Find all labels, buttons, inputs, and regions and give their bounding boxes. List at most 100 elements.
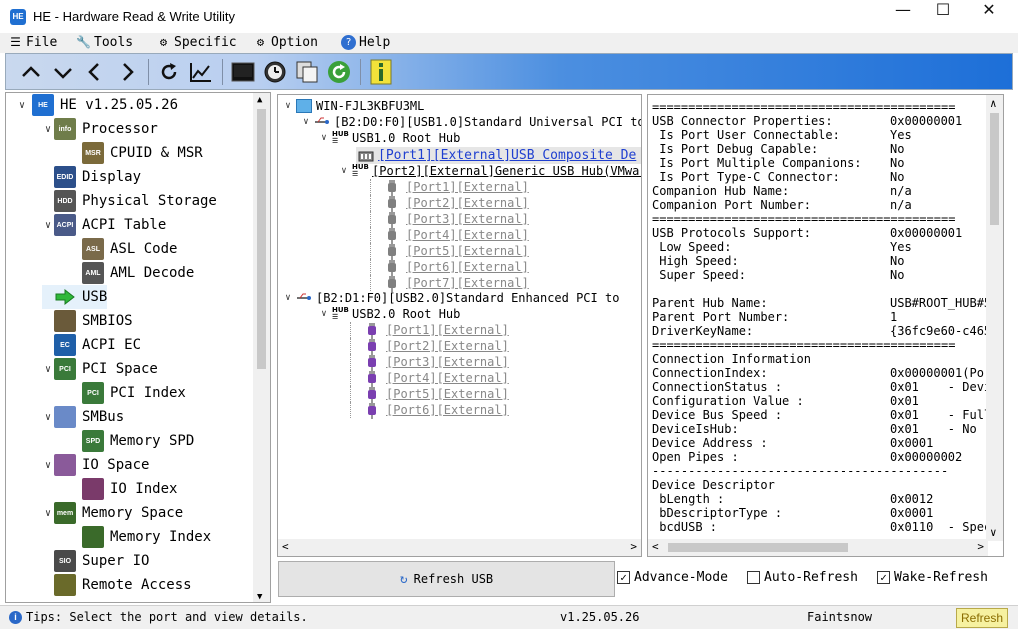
usb-controller-1[interactable]: ∨ [B2:D0:F0][USB1.0]Standard Universal P… (300, 114, 641, 130)
usb-port-label[interactable]: [Port4][External] (386, 371, 509, 385)
scroll-left-icon[interactable]: < (652, 540, 659, 553)
status-refresh-button[interactable]: Refresh (956, 608, 1008, 628)
usb-port-label[interactable]: [Port4][External] (406, 228, 529, 242)
usb-port-row[interactable]: [Port3][External] (370, 211, 529, 228)
usb-port-label[interactable]: [Port1][External] (406, 180, 529, 194)
auto-refresh-checkbox[interactable]: Auto-Refresh (747, 570, 858, 585)
usb-port-label[interactable]: [Port6][External] (406, 260, 529, 274)
scroll-down-icon[interactable]: ▼ (257, 592, 262, 602)
scroll-right-icon[interactable]: > (977, 540, 984, 553)
usb-port-row[interactable]: [Port3][External] (350, 354, 509, 371)
details-scroll-thumb[interactable] (990, 113, 999, 225)
tree-item-smbus[interactable]: ∨ SMBus (42, 405, 124, 429)
usb-port-row[interactable]: [Port6][External] (350, 402, 509, 419)
tree-item-remote-access[interactable]: Remote Access (42, 573, 192, 597)
usb-port-row[interactable]: [Port1][External] (370, 179, 529, 196)
menu-tools[interactable]: 🔧 Tools (76, 35, 133, 50)
tree-item-physical-storage[interactable]: HDD Physical Storage (42, 189, 217, 213)
collapse-icon[interactable]: ∨ (42, 460, 54, 471)
usb-port-label[interactable]: [Port7][External] (406, 276, 529, 290)
collapse-icon[interactable]: ∨ (42, 412, 54, 423)
usb-port-label[interactable]: [Port2][External] (406, 196, 529, 210)
tree-item-memory-space[interactable]: ∨ mem Memory Space (42, 501, 183, 525)
collapse-icon[interactable]: ∨ (318, 133, 330, 143)
advance-mode-checkbox[interactable]: ✓ Advance-Mode (617, 570, 728, 585)
tree-item-pci-space[interactable]: ∨ PCI PCI Space (42, 357, 158, 381)
maximize-button[interactable]: ☐ (920, 0, 966, 33)
tree-scroll-thumb[interactable] (257, 109, 266, 369)
collapse-icon[interactable]: ∨ (300, 117, 312, 127)
back-icon[interactable] (80, 56, 110, 87)
tree-item-display[interactable]: EDID Display (42, 165, 141, 189)
tree-item-acpi-ec[interactable]: EC ACPI EC (42, 333, 141, 357)
collapse-icon[interactable]: ∨ (282, 101, 294, 111)
tree-item-memory-spd[interactable]: SPD Memory SPD (70, 429, 194, 453)
usb-port-2-hub[interactable]: ∨ HUB ☰ [Port2][External]Generic USB Hub(… (338, 163, 641, 179)
collapse-icon[interactable]: ∨ (42, 364, 54, 375)
usb-hub-1[interactable]: ∨ HUB ☰ USB1.0 Root Hub (318, 130, 460, 146)
tree-item-smbios[interactable]: SMBIOS (42, 309, 133, 333)
sync-icon[interactable] (324, 56, 354, 87)
usb-port-label[interactable]: [Port2][External] (386, 339, 509, 353)
usb-port-label[interactable]: [Port3][External] (386, 355, 509, 369)
up-icon[interactable] (16, 56, 46, 87)
forward-icon[interactable] (112, 56, 142, 87)
checkbox-icon[interactable] (747, 571, 760, 584)
tree-item-asl-code[interactable]: ASL ASL Code (70, 237, 177, 261)
usb-port-row[interactable]: [Port7][External] (370, 275, 529, 292)
checkbox-icon[interactable]: ✓ (617, 571, 630, 584)
tree-root[interactable]: ∨ HE HE v1.25.05.26 (16, 93, 178, 117)
clock-icon[interactable] (260, 56, 290, 87)
usb-port-label[interactable]: [Port3][External] (406, 212, 529, 226)
details-hscroll-thumb[interactable] (668, 543, 848, 552)
collapse-icon[interactable]: ∨ (282, 293, 294, 303)
checkbox-icon[interactable]: ✓ (877, 571, 890, 584)
tree-item-aml-decode[interactable]: AML AML Decode (70, 261, 194, 285)
scroll-right-icon[interactable]: > (630, 540, 637, 553)
menu-option[interactable]: ⚙ Option (253, 35, 318, 50)
menu-help[interactable]: ? Help (341, 35, 390, 50)
collapse-icon[interactable]: ∨ (16, 100, 28, 111)
collapse-icon[interactable]: ∨ (318, 309, 330, 319)
down-icon[interactable] (48, 56, 78, 87)
collapse-icon[interactable]: ∨ (42, 124, 54, 135)
tree-vertical-scrollbar[interactable]: ▲ ▼ (253, 93, 270, 602)
usb-port-label[interactable]: [Port5][External] (406, 244, 529, 258)
usb-port-row[interactable]: [Port5][External] (370, 243, 529, 260)
collapse-icon[interactable]: ∨ (42, 220, 54, 231)
info-icon[interactable] (366, 56, 396, 87)
usb-computer-node[interactable]: ∨ WIN-FJL3KBFU3ML (282, 98, 424, 114)
usb-port-row[interactable]: [Port2][External] (350, 338, 509, 355)
usb-port-row[interactable]: [Port4][External] (350, 370, 509, 387)
usb-port-label[interactable]: [Port5][External] (386, 387, 509, 401)
usb-port-selected[interactable]: [Port1][External]USB Composite De (356, 147, 641, 164)
tree-item-pci-index[interactable]: PCI PCI Index (70, 381, 186, 405)
chart-icon[interactable] (186, 56, 216, 87)
collapse-icon[interactable]: ∨ (42, 508, 54, 519)
tree-item-memory-index[interactable]: Memory Index (70, 525, 211, 549)
port-2-label[interactable]: [Port2][External]Generic USB Hub(VMwar (372, 164, 641, 178)
menu-file[interactable]: ☰ File (8, 35, 57, 50)
menu-specific[interactable]: ⚙ Specific (156, 35, 237, 50)
scroll-up-icon[interactable]: ∧ (990, 97, 997, 110)
refresh-usb-button[interactable]: ↻ Refresh USB (278, 561, 615, 597)
tree-item-cpuid-msr[interactable]: MSR CPUID & MSR (70, 141, 203, 165)
usb-hub-2[interactable]: ∨ HUB ☰ USB2.0 Root Hub (318, 306, 460, 322)
tree-item-usb[interactable]: USB (42, 285, 108, 309)
tree-item-io-space[interactable]: ∨ IO Space (42, 453, 149, 477)
tree-item-processor[interactable]: ∨ info Processor (42, 117, 158, 141)
copy-icon[interactable] (292, 56, 322, 87)
close-button[interactable]: ✕ (966, 0, 1012, 33)
terminal-icon[interactable] (228, 56, 258, 87)
usb-tree-horizontal-scrollbar[interactable]: < > (278, 539, 641, 556)
collapse-icon[interactable]: ∨ (338, 166, 350, 176)
scroll-down-icon[interactable]: ∨ (990, 526, 997, 539)
tree-item-acpi-table[interactable]: ∨ ACPI ACPI Table (42, 213, 166, 237)
scroll-up-icon[interactable]: ▲ (257, 95, 262, 105)
usb-port-label[interactable]: [Port6][External] (386, 403, 509, 417)
tree-item-io-index[interactable]: IO Index (70, 477, 177, 501)
usb-port-row[interactable]: [Port2][External] (370, 195, 529, 212)
usb-port-row[interactable]: [Port6][External] (370, 259, 529, 276)
usb-port-row[interactable]: [Port5][External] (350, 386, 509, 403)
wake-refresh-checkbox[interactable]: ✓ Wake-Refresh (877, 570, 988, 585)
